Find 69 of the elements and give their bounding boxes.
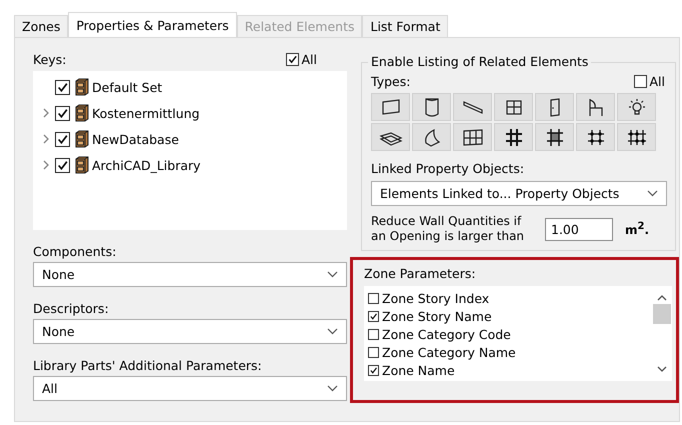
checkbox[interactable]: [55, 106, 70, 120]
descriptors-dropdown[interactable]: None: [33, 319, 347, 344]
keys-label: Keys:: [33, 52, 66, 67]
reduce-label: Reduce Wall Quantities if an Opening is larger than: [371, 214, 526, 244]
parameter-label[interactable]: Zone Category Name: [382, 344, 516, 360]
chevron-down-icon: [327, 271, 338, 278]
tree-item-label[interactable]: ArchiCAD_Library: [92, 158, 201, 172]
all-checkbox[interactable]: [286, 53, 298, 66]
parameter-label[interactable]: Zone Name: [382, 362, 455, 378]
tab[interactable]: Properties & Parameters: [68, 12, 237, 37]
dropdown-value: None: [42, 324, 75, 339]
curtain-wall-icon: [460, 126, 484, 148]
parameter-label[interactable]: Zone Story Name: [382, 308, 492, 324]
type-button[interactable]: [494, 123, 533, 151]
type-button[interactable]: [576, 93, 615, 121]
checkbox[interactable]: [368, 310, 379, 322]
unit-label: m$^{2}$.: [625, 221, 650, 237]
checkbox[interactable]: [368, 346, 379, 358]
scroll-thumb[interactable]: [653, 304, 671, 324]
dropdown-value: Elements Linked to... Property Objects: [380, 186, 620, 201]
checkbox[interactable]: [55, 132, 70, 146]
tree-item-label[interactable]: NewDatabase: [92, 132, 179, 146]
type-button[interactable]: [371, 93, 410, 121]
descriptors-label: Descriptors:: [33, 301, 110, 316]
expand-caret-icon[interactable]: [43, 108, 49, 118]
type-button[interactable]: [535, 123, 574, 151]
tab[interactable]: Zones: [14, 15, 68, 37]
all-checkbox[interactable]: [634, 75, 646, 88]
type-button[interactable]: [617, 123, 656, 151]
scroll-down-icon[interactable]: [657, 366, 667, 373]
components-label: Components:: [33, 244, 118, 259]
tree-item-label[interactable]: Default Set: [92, 80, 162, 94]
type-button[interactable]: [535, 93, 574, 121]
type-button[interactable]: [412, 123, 451, 151]
all-label: All: [650, 74, 665, 89]
library-parameters-label: Library Parts' Additional Parameters:: [33, 358, 263, 373]
expand-caret-icon[interactable]: [43, 134, 49, 144]
expand-caret-icon[interactable]: [43, 160, 49, 170]
library-parameters-dropdown[interactable]: All: [33, 376, 347, 401]
group-title: Enable Listing of Related Elements: [368, 54, 592, 69]
dropdown-value: None: [42, 267, 75, 282]
parameter-label[interactable]: Zone Category Code: [382, 326, 511, 342]
checkbox[interactable]: [55, 158, 70, 172]
area-input-field[interactable]: 1.00: [545, 218, 613, 240]
checkbox[interactable]: [55, 80, 70, 94]
chevron-down-icon: [327, 385, 338, 392]
zone-parameters-label: Zone Parameters:: [364, 266, 477, 281]
tab[interactable]: List Format: [362, 15, 448, 37]
type-button[interactable]: [494, 93, 533, 121]
linked-objects-dropdown[interactable]: Elements Linked to... Property Objects: [371, 181, 667, 206]
checkbox[interactable]: [368, 328, 379, 340]
components-dropdown[interactable]: None: [33, 262, 347, 287]
tree-item-label[interactable]: Kostenermittlung: [92, 106, 200, 120]
chevron-down-icon: [647, 190, 658, 197]
type-button[interactable]: [412, 93, 451, 121]
types-label: Types:: [371, 74, 410, 89]
chevron-down-icon: [327, 328, 338, 335]
dropdown-value: All: [42, 381, 58, 396]
parameter-label[interactable]: Zone Story Index: [382, 290, 490, 306]
checkbox[interactable]: [368, 292, 379, 304]
scroll-up-icon[interactable]: [657, 294, 667, 301]
type-button[interactable]: [576, 123, 615, 151]
type-button[interactable]: [453, 123, 492, 151]
type-button[interactable]: [371, 123, 410, 151]
checkbox[interactable]: [368, 364, 379, 376]
type-button[interactable]: [617, 93, 656, 121]
type-button[interactable]: [453, 93, 492, 121]
linked-label: Linked Property Objects:: [371, 161, 526, 176]
all-label: All: [302, 52, 317, 67]
